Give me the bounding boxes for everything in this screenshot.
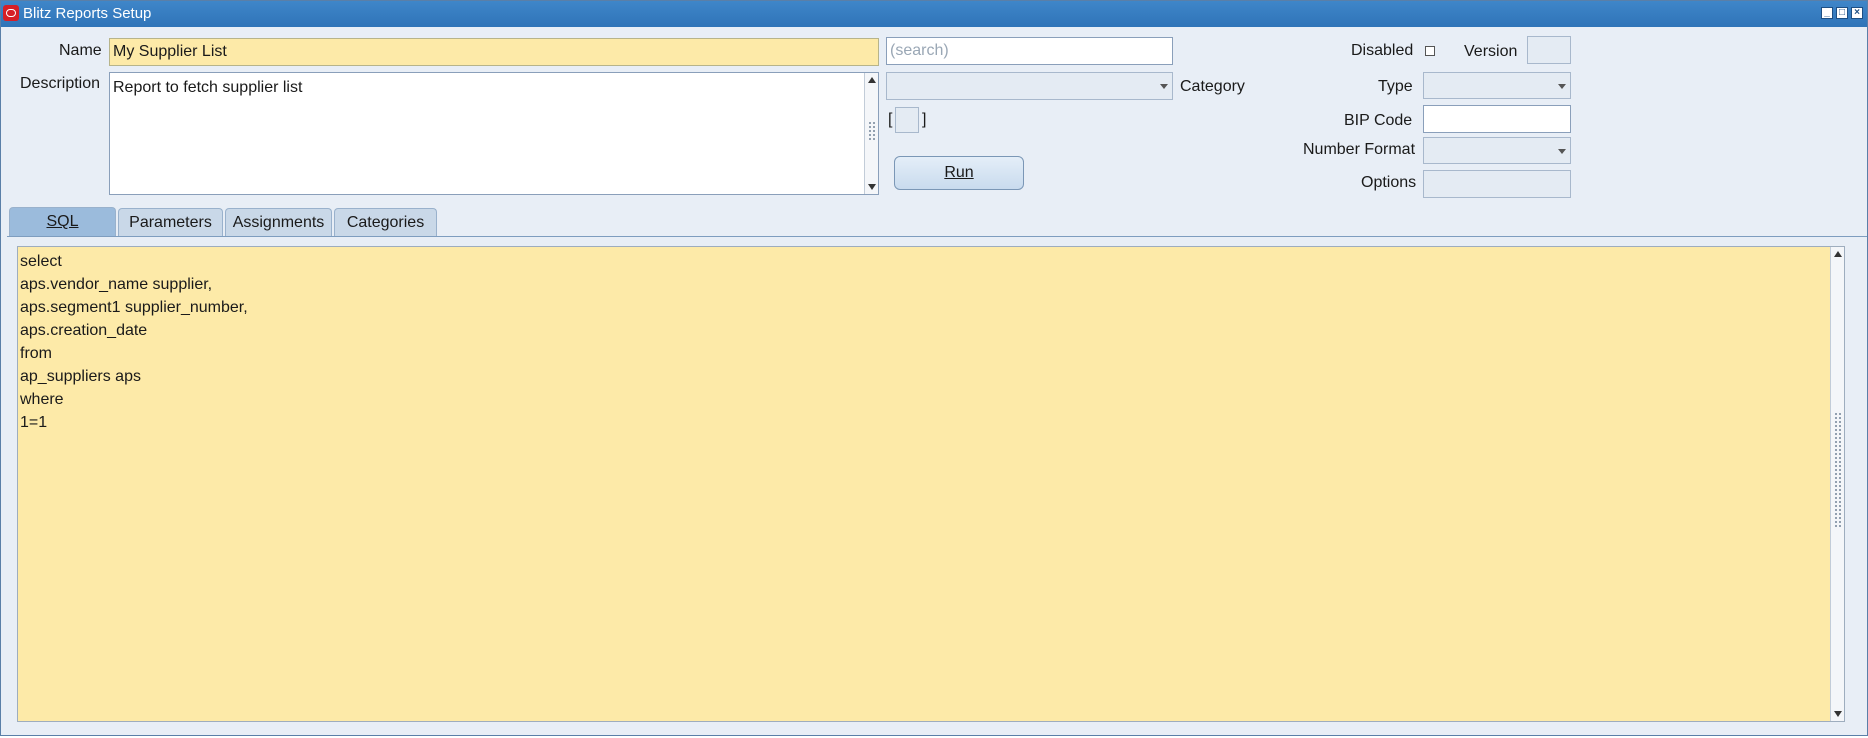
scroll-down-icon[interactable]	[1834, 711, 1842, 717]
name-value: My Supplier List	[113, 43, 227, 60]
disabled-checkbox[interactable]	[1425, 46, 1435, 56]
bip-code-label: BIP Code	[1344, 112, 1413, 129]
disabled-label: Disabled	[1351, 42, 1414, 59]
tab-categories[interactable]: Categories	[334, 208, 437, 236]
close-icon[interactable]: ×	[1851, 7, 1863, 19]
tab-parameters-label: Parameters	[129, 214, 212, 231]
tab-categories-label: Categories	[346, 214, 425, 231]
tab-sql-label: SQL	[46, 213, 79, 230]
description-value: Report to fetch supplier list	[113, 79, 303, 96]
version-field[interactable]	[1527, 36, 1571, 64]
sql-line: select	[20, 253, 62, 270]
tab-assignments[interactable]: Assignments	[225, 208, 332, 236]
type-label: Type	[1378, 78, 1413, 95]
tab-parameters[interactable]: Parameters	[118, 208, 223, 236]
chevron-down-icon	[1160, 84, 1168, 89]
sql-line: aps.segment1 supplier_number,	[20, 299, 248, 316]
description-label: Description	[20, 75, 101, 92]
search-input[interactable]: (search)	[886, 37, 1173, 65]
bip-code-field[interactable]	[1423, 105, 1571, 133]
category-dropdown[interactable]	[886, 72, 1173, 100]
tab-sql[interactable]: SQL	[9, 207, 116, 237]
scroll-up-icon[interactable]	[1834, 251, 1842, 257]
chevron-down-icon	[1558, 148, 1566, 154]
number-format-dropdown[interactable]	[1423, 137, 1571, 164]
title-bar[interactable]: Blitz Reports Setup _ □ ×	[1, 1, 1867, 27]
oracle-app-icon	[3, 5, 19, 21]
tab-assignments-label: Assignments	[232, 214, 325, 231]
sql-line: aps.creation_date	[20, 322, 148, 339]
scroll-up-icon[interactable]	[868, 77, 876, 83]
sql-line: ap_suppliers aps	[20, 368, 141, 385]
scroll-grip-icon[interactable]	[868, 121, 875, 141]
search-placeholder: (search)	[890, 42, 949, 59]
sql-line: from	[20, 345, 52, 362]
scroll-grip-icon[interactable]	[1834, 412, 1841, 527]
options-label: Options	[1361, 174, 1417, 191]
minimize-icon[interactable]: _	[1821, 7, 1833, 19]
description-scrollbar[interactable]	[864, 73, 878, 194]
window-title: Blitz Reports Setup	[23, 5, 152, 22]
app-window: Blitz Reports Setup _ □ × Name My Suppli…	[0, 0, 1868, 736]
options-field[interactable]	[1423, 170, 1571, 198]
sql-line: aps.vendor_name supplier,	[20, 276, 213, 293]
number-format-label: Number Format	[1303, 141, 1416, 158]
bracket-field[interactable]	[895, 107, 919, 133]
name-field[interactable]: My Supplier List	[109, 38, 879, 66]
sql-editor[interactable]: select aps.vendor_name supplier, aps.seg…	[17, 246, 1845, 722]
run-button[interactable]: Run	[894, 156, 1024, 190]
bracket-close: ]	[922, 111, 927, 128]
sql-scrollbar[interactable]	[1830, 247, 1844, 721]
chevron-down-icon	[1558, 83, 1566, 89]
scroll-down-icon[interactable]	[868, 184, 876, 190]
maximize-icon[interactable]: □	[1836, 7, 1848, 19]
tab-divider	[7, 236, 1867, 237]
sql-line: where	[20, 391, 64, 408]
bracket-open: [	[888, 111, 893, 128]
category-label: Category	[1180, 78, 1245, 95]
sql-line: 1=1	[20, 414, 48, 431]
version-label: Version	[1464, 43, 1518, 60]
name-label: Name	[59, 42, 102, 59]
type-dropdown[interactable]	[1423, 72, 1571, 99]
description-textarea[interactable]: Report to fetch supplier list	[109, 72, 879, 195]
